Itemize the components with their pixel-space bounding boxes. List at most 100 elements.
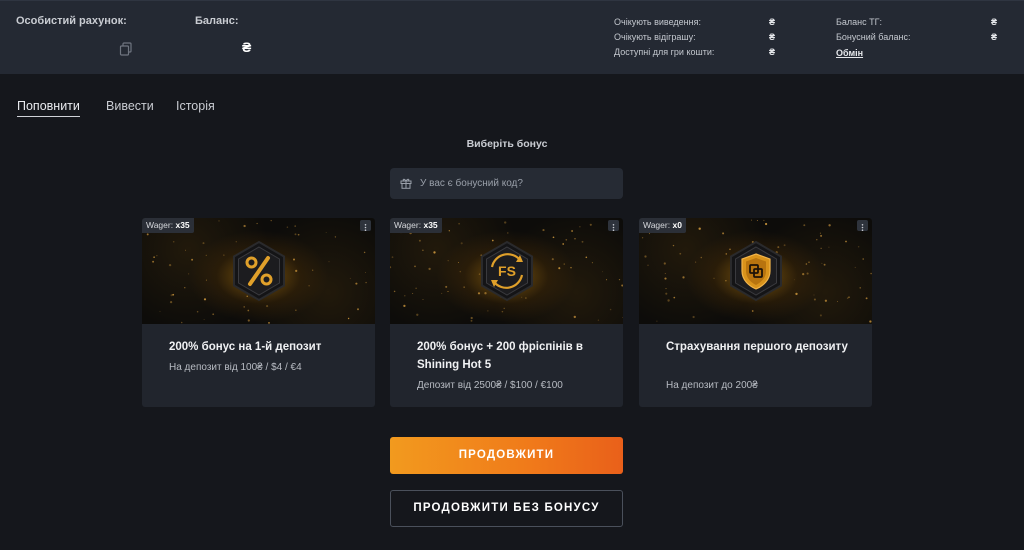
promo-code-input[interactable]: У вас є бонусний код? (390, 168, 623, 199)
sparkle-dot (552, 236, 555, 239)
sparkle-dot (416, 313, 419, 316)
tab-history[interactable]: Історія (176, 98, 215, 114)
sparkle-dot (328, 261, 330, 263)
sparkle-dot (159, 310, 161, 312)
sparkle-dot (172, 240, 175, 243)
sparkle-dot (357, 308, 359, 311)
tab-deposit[interactable]: Поповнити (17, 98, 80, 117)
sparkle-dot (806, 272, 809, 275)
gift-icon (400, 178, 412, 189)
bonus-card-insurance[interactable]: Wager: x0 Страхування першого депозиту Н… (639, 218, 872, 407)
sparkle-dot (295, 269, 298, 273)
sparkle-dot (391, 256, 394, 259)
choose-bonus-title: Виберіть бонус (466, 138, 548, 150)
account-header: Особистий рахунок: Баланс: ₴ Очікують ви… (0, 0, 1024, 74)
sparkle-dot (487, 310, 489, 312)
more-options-icon[interactable] (857, 220, 868, 231)
sparkle-dot (682, 276, 685, 279)
sparkle-dot (205, 254, 207, 257)
sparkle-dot (664, 273, 666, 275)
sparkle-dot (722, 232, 725, 235)
pending-wager-label: Очікують відіграшу: (614, 32, 696, 42)
sparkle-dot (256, 222, 258, 225)
copy-icon[interactable] (119, 42, 133, 56)
sparkle-dot (470, 316, 473, 320)
wager-badge: Wager: x0 (639, 218, 686, 233)
wager-badge: Wager: x35 (390, 218, 442, 233)
sparkle-dot (673, 296, 676, 299)
sparkle-dot (573, 315, 576, 319)
shield-hexagon-icon (730, 240, 782, 302)
sparkle-dot (869, 320, 872, 323)
sparkle-dot (641, 237, 644, 239)
sparkle-dot (846, 297, 849, 299)
sparkle-dot (579, 226, 581, 228)
sparkle-dot (270, 219, 272, 222)
continue-button[interactable]: ПРОДОВЖИТИ (390, 437, 623, 474)
sparkle-dot (865, 297, 868, 300)
sparkle-dot (700, 256, 703, 259)
available-funds-value: ₴ (769, 47, 776, 57)
sparkle-dot (312, 269, 314, 271)
sparkle-dot (460, 242, 463, 245)
sparkle-dot (156, 255, 158, 257)
sparkle-dot (692, 315, 695, 319)
sparkle-dot (243, 224, 246, 228)
sparkle-dot (448, 230, 450, 232)
more-options-icon[interactable] (608, 220, 619, 231)
sparkle-dot (187, 273, 190, 275)
sparkle-dot (507, 232, 509, 234)
tg-balance-label: Баланс ТГ: (836, 17, 883, 27)
sparkle-dot (355, 282, 358, 285)
sparkle-dot (794, 279, 795, 281)
sparkle-dot (581, 240, 584, 243)
sparkle-dot (857, 246, 860, 248)
sparkle-dot (764, 222, 768, 226)
sparkle-dot (504, 221, 507, 224)
sparkle-dot (463, 286, 465, 288)
more-options-icon[interactable] (360, 220, 371, 231)
sparkle-dot (695, 261, 697, 263)
sparkle-dot (212, 313, 215, 316)
sparkle-dot (622, 317, 623, 318)
bonus-card-subtitle: На депозит від 100₴ / $4 / €4 (169, 362, 302, 373)
sparkle-dot (458, 222, 460, 225)
sparkle-dot (542, 229, 545, 232)
sparkle-dot (570, 266, 572, 269)
sparkle-dot (293, 258, 295, 261)
bonus-card-title: 200% бонус на 1-й депозит (169, 341, 322, 353)
sparkle-dot (172, 293, 175, 296)
sparkle-dot (223, 254, 225, 256)
sparkle-dot (562, 243, 565, 245)
sparkle-dot (795, 292, 798, 296)
sparkle-dot (447, 290, 449, 293)
sparkle-dot (243, 306, 245, 308)
sparkle-dot (854, 266, 856, 268)
sparkle-dot (621, 284, 623, 287)
sparkle-dot (644, 255, 647, 258)
bonus-card-deposit-200[interactable]: Wager: x35 200% бонус на 1-й депозит На … (142, 218, 375, 407)
sparkle-dot (837, 301, 839, 302)
sparkle-dot (365, 281, 367, 284)
sparkle-dot (870, 272, 872, 275)
sparkle-dot (808, 261, 810, 264)
sparkle-dot (334, 236, 337, 238)
bonus-card-free-spins[interactable]: Wager: x35 FS 200% бонус + 200 фріспінів… (390, 218, 623, 407)
personal-account-label: Особистий рахунок: (16, 15, 127, 27)
sparkle-dot (247, 309, 250, 312)
bonus-balance-label: Бонусний баланс: (836, 32, 911, 42)
sparkle-dot (563, 263, 565, 265)
sparkle-dot (816, 239, 818, 241)
sparkle-dot (820, 234, 823, 237)
sparkle-dot (180, 321, 183, 324)
sparkle-dot (196, 310, 199, 313)
sparkle-dot (191, 258, 194, 261)
tab-withdraw[interactable]: Вивести (106, 98, 154, 114)
continue-without-bonus-button[interactable]: ПРОДОВЖИТИ БЕЗ БОНУСУ (390, 490, 623, 527)
sparkle-dot (698, 227, 701, 230)
sparkle-dot (597, 319, 600, 321)
bonus-card-title: Страхування першого депозиту (666, 341, 848, 353)
sparkle-dot (667, 299, 670, 302)
exchange-link[interactable]: Обмін (836, 46, 863, 60)
sparkle-dot (418, 239, 421, 242)
